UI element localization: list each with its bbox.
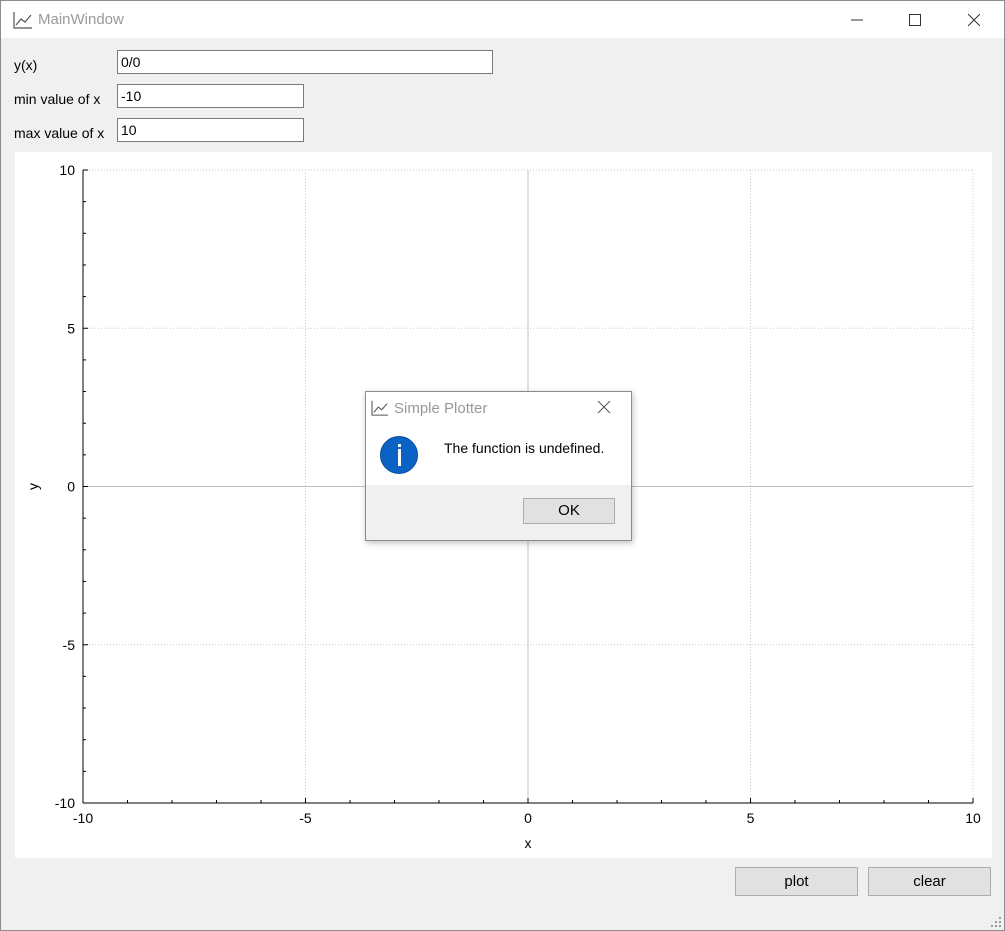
x-tick-label: -5 [299, 810, 312, 826]
dialog-message: The function is undefined. [444, 440, 605, 456]
maximize-icon [909, 14, 921, 26]
maximize-button[interactable] [892, 1, 938, 38]
y-tick-label: -10 [55, 795, 75, 811]
function-input[interactable] [117, 50, 493, 74]
x-axis-label: x [525, 835, 532, 851]
x-tick-label: -10 [73, 810, 93, 826]
y-tick-label: 10 [59, 162, 75, 178]
minimize-button[interactable] [834, 1, 880, 38]
x-tick-label: 0 [524, 810, 532, 826]
dialog-title-bar[interactable]: Simple Plotter [366, 392, 631, 424]
min-x-label: min value of x [14, 91, 101, 107]
minimize-icon [851, 19, 863, 21]
ok-button[interactable]: OK [523, 498, 615, 524]
window-title: MainWindow [38, 11, 124, 28]
resize-grip-icon[interactable] [990, 916, 1002, 928]
y-tick-label: 5 [67, 320, 75, 336]
plot-button[interactable]: plot [735, 867, 858, 896]
dialog-body: The function is undefined. [366, 424, 631, 485]
y-axis-label: y [25, 483, 41, 490]
message-dialog: Simple Plotter The function is undefined… [365, 391, 632, 541]
dialog-close-icon[interactable] [597, 400, 611, 414]
function-label: y(x) [14, 57, 38, 73]
close-icon [968, 14, 980, 26]
line-chart-icon [371, 400, 388, 416]
y-tick-label: 0 [67, 479, 75, 495]
max-x-label: max value of x [14, 125, 105, 141]
x-tick-label: 5 [747, 810, 755, 826]
min-x-input[interactable] [117, 84, 304, 108]
title-bar[interactable]: MainWindow [1, 1, 1004, 38]
x-tick-label: 10 [965, 810, 981, 826]
clear-button[interactable]: clear [868, 867, 991, 896]
close-button[interactable] [951, 1, 997, 38]
y-tick-label: -5 [63, 637, 76, 653]
line-chart-icon [13, 12, 32, 29]
max-x-input[interactable] [117, 118, 304, 142]
info-icon [380, 436, 418, 474]
dialog-title: Simple Plotter [394, 400, 488, 417]
